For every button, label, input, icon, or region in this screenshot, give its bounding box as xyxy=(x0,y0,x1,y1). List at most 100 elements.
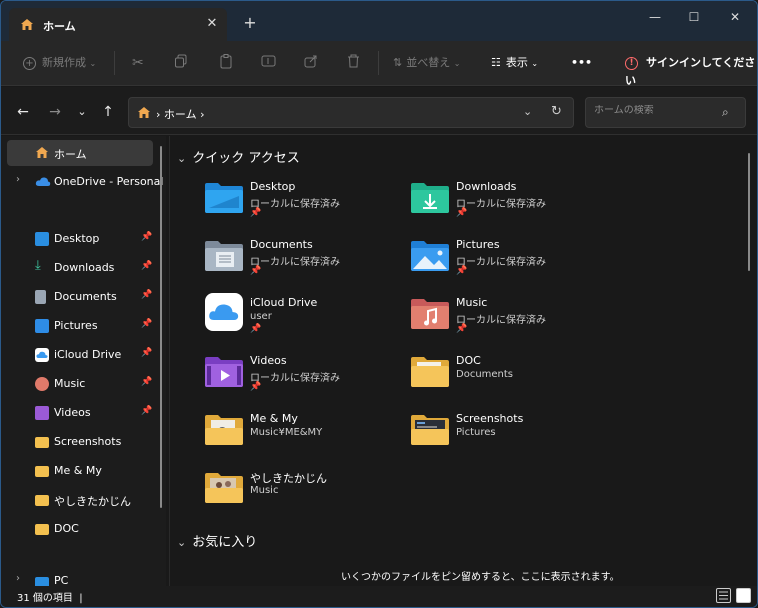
view-button[interactable]: ☷ 表示 ⌄ xyxy=(491,54,538,72)
sidebar-item-label: ホーム xyxy=(54,148,87,161)
sidebar-item-yashiki[interactable]: やしきたかじん xyxy=(7,487,153,513)
tab-home[interactable]: ホーム ✕ xyxy=(9,8,227,41)
search-input[interactable] xyxy=(594,105,714,116)
signin-button[interactable]: ! サインインしてください xyxy=(625,54,757,87)
copy-icon[interactable] xyxy=(174,54,188,72)
sidebar-item-onedrive[interactable]: › OneDrive - Personal xyxy=(7,169,163,195)
share-icon[interactable] xyxy=(304,54,318,72)
sidebar-item-pc[interactable]: › PC xyxy=(7,573,153,586)
pin-icon[interactable]: 📌 xyxy=(141,377,152,387)
quick-access-desktop[interactable]: Desktop ローカルに保存済み 📌 xyxy=(204,176,404,226)
favorites-title: お気に入り xyxy=(192,535,258,550)
quick-access-me-and-my[interactable]: Me & My Music¥ME&MY xyxy=(204,408,404,458)
chevron-down-icon: ⌄ xyxy=(177,152,187,165)
sidebar-item-label: Music xyxy=(54,377,86,390)
document-icon xyxy=(35,290,46,304)
quick-access-pictures[interactable]: Pictures ローカルに保存済み 📌 xyxy=(410,234,610,284)
quick-access-icloud[interactable]: iCloud Drive user 📌 xyxy=(204,292,404,342)
file-explorer-window: ホーム ✕ + — ☐ ✕ + 新規作成 ⌄ ✂ ⇅ 並べ替え ⌄ ☷ 表示 ⌄… xyxy=(0,0,758,608)
close-window-button[interactable]: ✕ xyxy=(723,7,747,27)
sidebar-item-screenshots[interactable]: Screenshots xyxy=(7,429,153,455)
sidebar-item-icloud[interactable]: iCloud Drive 📌 xyxy=(7,342,153,368)
pin-icon[interactable]: 📌 xyxy=(141,319,152,329)
sort-button[interactable]: ⇅ 並べ替え ⌄ xyxy=(393,54,460,72)
cut-icon[interactable]: ✂ xyxy=(132,54,144,72)
new-button[interactable]: + 新規作成 ⌄ xyxy=(23,54,96,72)
sidebar-item-doc[interactable]: DOC xyxy=(7,516,153,542)
sidebar-item-downloads[interactable]: ⤓ Downloads 📌 xyxy=(7,255,153,281)
maximize-button[interactable]: ☐ xyxy=(682,7,706,27)
quick-access-documents[interactable]: Documents ローカルに保存済み 📌 xyxy=(204,234,404,284)
music-folder-icon xyxy=(411,299,449,329)
details-view-icon[interactable] xyxy=(716,588,731,603)
address-dropdown-icon[interactable]: ⌄ xyxy=(523,105,532,118)
sidebar-item-videos[interactable]: Videos 📌 xyxy=(7,400,153,426)
minimize-button[interactable]: — xyxy=(643,7,667,27)
item-name: Downloads xyxy=(456,180,517,193)
breadcrumb-separator-icon: › xyxy=(156,108,164,121)
tab-close-icon[interactable]: ✕ xyxy=(202,14,222,34)
address-bar[interactable]: › ホーム › ⌄ ↻ xyxy=(128,97,574,128)
yashiki-folder-icon xyxy=(205,473,243,503)
sidebar-item-home[interactable]: ホーム xyxy=(7,140,153,166)
home-icon xyxy=(35,146,49,160)
pin-icon[interactable]: 📌 xyxy=(141,406,152,416)
more-options-button[interactable]: ••• xyxy=(571,54,592,72)
sidebar-item-desktop[interactable]: Desktop 📌 xyxy=(7,226,153,252)
pin-icon[interactable]: 📌 xyxy=(141,232,152,242)
quick-access-yashiki[interactable]: やしきたかじん Music xyxy=(204,466,404,516)
warning-icon: ! xyxy=(625,56,638,70)
quick-access-music[interactable]: Music ローカルに保存済み 📌 xyxy=(410,292,610,342)
chevron-right-icon[interactable]: › xyxy=(16,174,20,185)
chevron-down-icon: ⌄ xyxy=(453,59,461,68)
pane-divider[interactable] xyxy=(169,136,170,586)
sidebar-item-pictures[interactable]: Pictures 📌 xyxy=(7,313,153,339)
back-arrow-icon[interactable]: ← xyxy=(14,103,32,121)
refresh-icon[interactable]: ↻ xyxy=(551,104,562,119)
favorites-empty-message: いくつかのファイルをピン留めすると、ここに表示されます。 xyxy=(341,572,620,583)
pin-icon[interactable]: 📌 xyxy=(141,348,152,358)
item-location: user xyxy=(250,311,272,322)
quick-access-header[interactable]: ⌄ クイック アクセス xyxy=(177,147,300,166)
new-tab-button[interactable]: + xyxy=(240,13,260,33)
me-and-my-folder-icon xyxy=(205,415,243,445)
downloads-folder-icon xyxy=(411,183,449,213)
quick-access-downloads[interactable]: Downloads ローカルに保存済み 📌 xyxy=(410,176,610,226)
forward-arrow-icon[interactable]: → xyxy=(46,103,64,121)
view-button-label: 表示 xyxy=(505,56,528,69)
search-box[interactable]: ⌕ xyxy=(585,97,746,128)
pin-icon[interactable]: 📌 xyxy=(141,290,152,300)
sidebar-item-documents[interactable]: Documents 📌 xyxy=(7,284,153,310)
paste-icon[interactable] xyxy=(219,54,233,72)
sidebar-scrollbar[interactable] xyxy=(160,146,162,508)
sidebar-item-music[interactable]: Music 📌 xyxy=(7,371,153,397)
up-arrow-icon[interactable]: ↑ xyxy=(99,103,117,121)
favorites-header[interactable]: ⌄ お気に入り xyxy=(177,531,257,550)
view-list-icon: ☷ xyxy=(491,56,501,69)
quick-access-videos[interactable]: Videos ローカルに保存済み 📌 xyxy=(204,350,404,400)
sidebar-item-label: Me & My xyxy=(54,464,102,477)
new-button-label: 新規作成 xyxy=(42,56,86,69)
breadcrumb[interactable]: › ホーム › xyxy=(156,106,204,122)
quick-access-doc[interactable]: DOC Documents xyxy=(410,350,610,400)
item-name: やしきたかじん xyxy=(250,472,327,485)
pc-icon xyxy=(35,577,49,586)
quick-access-screenshots[interactable]: Screenshots Pictures xyxy=(410,408,610,458)
delete-icon[interactable] xyxy=(347,54,360,72)
rename-icon[interactable] xyxy=(261,54,276,72)
sidebar-item-me-and-my[interactable]: Me & My xyxy=(7,458,153,484)
item-location: Documents xyxy=(456,369,514,380)
folder-icon xyxy=(35,524,49,535)
item-name: iCloud Drive xyxy=(250,296,318,309)
item-name: Me & My xyxy=(250,412,298,425)
pin-icon[interactable]: 📌 xyxy=(141,261,152,271)
chevron-right-icon[interactable]: › xyxy=(16,573,20,584)
sidebar-item-label: Desktop xyxy=(54,232,100,245)
item-location: ローカルに保存済み xyxy=(456,257,546,268)
content-scrollbar[interactable] xyxy=(748,153,750,271)
large-icons-view-icon[interactable] xyxy=(736,588,751,603)
download-icon: ⤓ xyxy=(35,258,41,273)
recent-locations-chevron-icon[interactable]: ⌄ xyxy=(73,103,91,121)
screenshots-folder-icon xyxy=(411,415,449,445)
item-name: Pictures xyxy=(456,238,500,251)
